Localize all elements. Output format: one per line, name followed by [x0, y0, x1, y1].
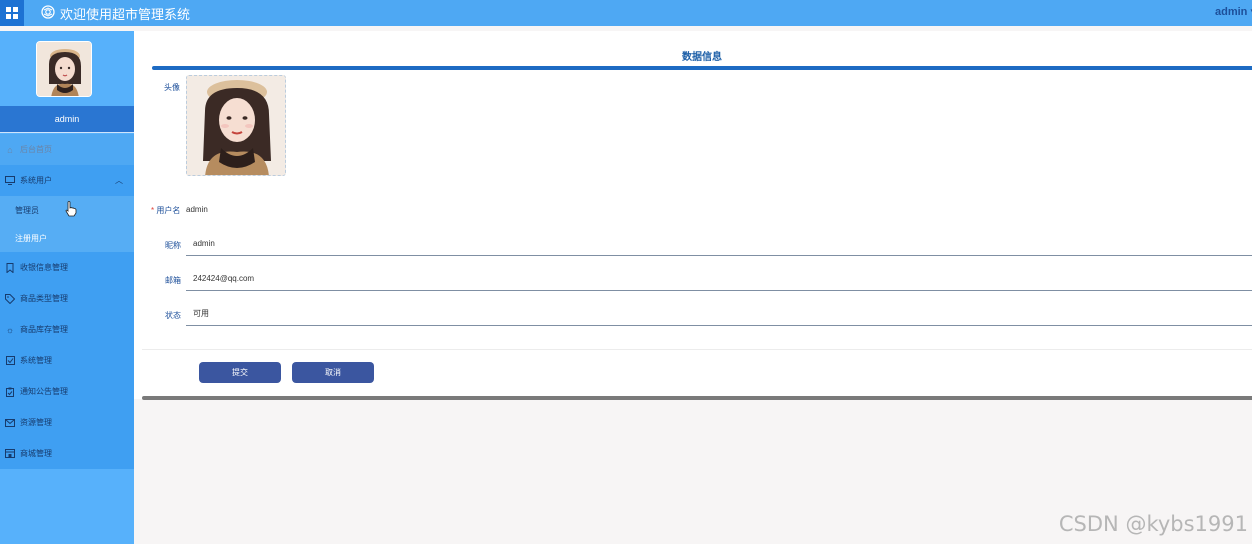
avatar-image — [37, 42, 91, 96]
sun-icon: ☼ — [5, 324, 15, 335]
nickname-field — [186, 232, 1252, 256]
sidebar-subitem-label: 注册用户 — [15, 233, 47, 243]
sidebar-item-product-types[interactable]: 商品类型管理 — [0, 283, 134, 314]
sidebar-item-resources[interactable]: 资源管理 — [0, 407, 134, 438]
sidebar-item-label: 资源管理 — [20, 418, 52, 427]
sidebar-avatar[interactable] — [36, 41, 92, 97]
sidebar-item-cashier[interactable]: 收银信息管理 — [0, 252, 134, 283]
sidebar-subitem-label: 管理员 — [15, 205, 39, 215]
required-mark: * — [151, 206, 155, 215]
sidebar-item-label: 商品库存管理 — [20, 325, 68, 334]
sidebar-item-label: 通知公告管理 — [20, 387, 68, 396]
clipboard-icon — [5, 387, 15, 397]
form-title-underline — [152, 66, 1252, 70]
avatar-upload[interactable] — [186, 75, 286, 176]
logo-icon — [41, 5, 55, 19]
sidebar-subitem-registered-users[interactable]: 注册用户 — [0, 224, 134, 252]
sidebar-item-inventory[interactable]: ☼ 商品库存管理 — [0, 314, 134, 345]
tag-icon — [5, 293, 15, 304]
email-input[interactable] — [186, 267, 1252, 290]
grid-icon — [6, 7, 18, 19]
sidebar-item-dashboard[interactable]: ⌂ 后台首页 — [0, 134, 134, 165]
home-icon: ⌂ — [7, 144, 13, 155]
checkbox-icon — [5, 356, 15, 366]
sidebar-item-mall[interactable]: 商城管理 — [0, 438, 134, 469]
username-label: * 用户名 — [151, 205, 180, 216]
user-menu[interactable]: admin ▾ — [1215, 5, 1252, 18]
sidebar-item-label: 商品类型管理 — [20, 294, 68, 303]
nickname-input[interactable] — [186, 232, 1252, 255]
sidebar-item-notices[interactable]: 通知公告管理 — [0, 376, 134, 407]
form-title: 数据信息 — [682, 52, 722, 63]
form-footer-divider — [142, 349, 1252, 350]
chevron-up-icon: ︿ — [115, 176, 123, 185]
status-label: 状态 — [165, 311, 181, 320]
status-input[interactable] — [186, 302, 1252, 325]
sidebar-item-label: 后台首页 — [20, 145, 52, 154]
sidebar-item-system-users[interactable]: 系统用户 ︿ — [0, 165, 134, 196]
store-icon — [5, 449, 15, 459]
email-field — [186, 267, 1252, 291]
submit-button[interactable]: 提交 — [199, 362, 281, 383]
username-label-text: 用户名 — [156, 206, 181, 215]
sidebar-username: admin — [0, 106, 134, 133]
sidebar-item-label: 收银信息管理 — [20, 263, 68, 272]
content-bottom-bar — [142, 396, 1252, 400]
status-field — [186, 302, 1252, 326]
sidebar: admin ⌂ 后台首页 系统用户 ︿ 管理员 注册用户 收银信息管理 商品类型… — [0, 31, 134, 544]
sidebar-item-label: 商城管理 — [20, 449, 52, 458]
sidebar-item-label: 系统用户 — [20, 176, 52, 185]
avatar-preview-image — [187, 76, 285, 175]
monitor-icon — [5, 176, 15, 186]
sidebar-item-label: 系统管理 — [20, 356, 52, 365]
hand-cursor-icon — [65, 201, 77, 217]
email-label: 邮箱 — [165, 276, 181, 285]
nickname-label: 昵称 — [165, 241, 181, 250]
sidebar-item-system-management[interactable]: 系统管理 — [0, 345, 134, 376]
top-bar: 欢迎使用超市管理系统 admin ▾ — [0, 0, 1252, 26]
avatar-label: 头像 — [164, 83, 180, 92]
username-value: admin — [186, 205, 208, 214]
user-menu-name: admin — [1215, 6, 1248, 18]
watermark: CSDN @kybs1991 — [1058, 512, 1248, 536]
mail-icon — [5, 418, 15, 428]
content-panel — [134, 31, 1252, 399]
app-title: 欢迎使用超市管理系统 — [60, 8, 191, 23]
menu-toggle-button[interactable] — [0, 0, 24, 26]
sidebar-nav: ⌂ 后台首页 系统用户 ︿ 管理员 注册用户 收银信息管理 商品类型管理 ☼ 商… — [0, 134, 134, 469]
cancel-button[interactable]: 取消 — [292, 362, 374, 383]
bookmark-icon — [5, 262, 15, 273]
